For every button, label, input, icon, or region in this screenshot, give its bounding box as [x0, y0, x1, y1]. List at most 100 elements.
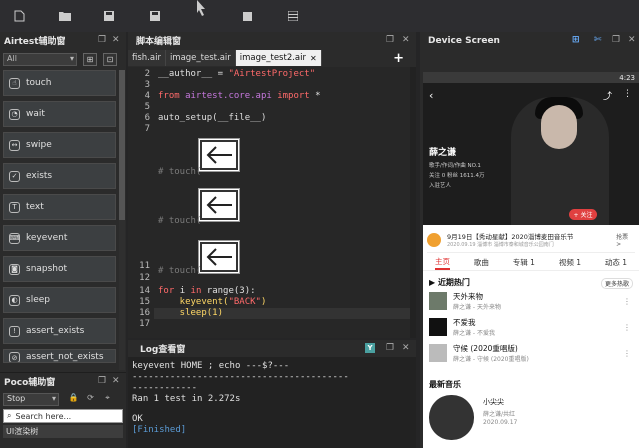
- record-icon[interactable]: ⊞: [83, 52, 97, 66]
- scrollbar-thumb[interactable]: [119, 70, 125, 220]
- poco-mode-select[interactable]: Stop: [3, 393, 59, 406]
- tab-albums[interactable]: 专辑 1: [513, 257, 535, 268]
- float-icon[interactable]: ❐: [386, 343, 394, 353]
- image-template-thumb[interactable]: [198, 138, 240, 172]
- refresh-icon[interactable]: ⟳: [84, 393, 97, 406]
- cursor-icon[interactable]: [194, 0, 208, 16]
- open-folder-icon[interactable]: [58, 10, 72, 22]
- ui-tree-root[interactable]: UI渲染树: [3, 425, 123, 438]
- save-icon[interactable]: [102, 10, 116, 22]
- float-icon[interactable]: ❐: [98, 35, 106, 45]
- more-icon[interactable]: ⋮: [623, 297, 631, 306]
- tab-image-test[interactable]: image_test.air: [165, 50, 236, 66]
- filter-select[interactable]: All: [3, 52, 77, 66]
- filter-icon[interactable]: Y: [365, 343, 375, 353]
- close-icon[interactable]: ✕: [112, 376, 120, 386]
- api-label: wait: [26, 109, 45, 119]
- song-subtitle: 薛之谦 - 不爱我: [453, 330, 495, 337]
- song-item[interactable]: 不爱我 薛之谦 - 不爱我 ⋮: [429, 315, 635, 339]
- save-as-icon[interactable]: [148, 10, 162, 22]
- panel-title-text: Airtest辅助窗: [4, 37, 66, 47]
- api-button-snapshot[interactable]: ◙ snapshot: [3, 256, 116, 282]
- log-output[interactable]: keyevent HOME ; echo ---$?--- ----------…: [132, 361, 414, 436]
- float-icon[interactable]: ❐: [98, 376, 106, 386]
- add-tab-button[interactable]: +: [393, 51, 404, 66]
- stop-icon[interactable]: [240, 10, 254, 22]
- layout-icon[interactable]: ⊞: [572, 35, 580, 45]
- float-icon[interactable]: ❐: [612, 35, 620, 45]
- ticket-link[interactable]: 抢票 >: [616, 232, 635, 248]
- tab-videos[interactable]: 视频 1: [559, 257, 581, 268]
- api-button-exists[interactable]: ✓ exists: [3, 163, 116, 189]
- close-tab-icon[interactable]: ✕: [310, 54, 317, 63]
- api-button-wait[interactable]: ◔ wait: [3, 101, 116, 127]
- search-icon: ⌕: [7, 411, 12, 420]
- tab-songs[interactable]: 歌曲: [474, 257, 489, 268]
- poco-search-input[interactable]: ⌕ Search here...: [3, 409, 123, 423]
- poco-panel: Poco辅助窗 ❐ ✕ Stop 🔒 ⟳ ⌖ ⌕ Search here... …: [0, 372, 126, 448]
- tab-fish[interactable]: fish.air: [128, 50, 166, 66]
- tree-root-label: UI渲染树: [6, 427, 39, 436]
- image-template-thumb[interactable]: [198, 188, 240, 222]
- more-hot-songs-button[interactable]: 更多热歌: [600, 278, 633, 289]
- tools-icon[interactable]: ✄: [594, 35, 602, 45]
- back-icon[interactable]: ‹: [429, 89, 433, 102]
- code-area[interactable]: 2 3 4 5 6 7 11 12 __author__ = "AirtestP…: [128, 67, 416, 338]
- close-icon[interactable]: ✕: [402, 35, 410, 45]
- code-token: __author__ =: [158, 69, 229, 79]
- artist-name: 薛之谦: [429, 148, 457, 158]
- song-cover: [429, 344, 447, 362]
- event-banner[interactable]: 9月19日【秀动星献】2020淄博麦田音乐节 2020.09.19 淄博市 淄博…: [427, 227, 635, 253]
- api-label: keyevent: [26, 233, 68, 243]
- float-icon[interactable]: ❐: [386, 35, 394, 45]
- follow-button[interactable]: + 关注: [569, 209, 597, 220]
- event-title: 9月19日【秀动星献】2020淄博麦田音乐节: [446, 233, 574, 241]
- code-token: in: [190, 286, 207, 296]
- line-number: 7: [144, 124, 150, 134]
- song-item[interactable]: 天外来物 薛之谦 - 天外来物 ⋮: [429, 289, 635, 313]
- close-icon[interactable]: ✕: [628, 35, 636, 45]
- add-image-icon[interactable]: ⊡: [103, 52, 117, 66]
- close-icon[interactable]: ✕: [402, 343, 410, 353]
- log-title: Log查看窗 Y ❐ ✕: [128, 340, 416, 357]
- phone-status-bar: 4:23: [423, 72, 639, 83]
- song-item[interactable]: 守候 (2020重唱版) 薛之谦 - 守候 (2020重唱版) ⋮: [429, 341, 635, 365]
- api-button-swipe[interactable]: ↔ swipe: [3, 132, 116, 158]
- code-line: keyevent("BACK"): [158, 297, 267, 307]
- more-icon[interactable]: ⋮: [623, 349, 631, 358]
- more-icon[interactable]: ⋮: [623, 323, 631, 332]
- api-button-keyevent[interactable]: ⌨ keyevent: [3, 225, 116, 251]
- grid-icon[interactable]: [286, 10, 300, 22]
- tab-home[interactable]: 主页: [434, 256, 450, 270]
- close-icon[interactable]: ✕: [112, 35, 120, 45]
- api-button-text[interactable]: Ttext: [3, 194, 116, 220]
- image-template-thumb[interactable]: [198, 240, 240, 274]
- line-number: 11: [139, 261, 150, 271]
- lock-icon[interactable]: 🔒: [67, 393, 80, 406]
- poco-panel-title: Poco辅助窗 ❐ ✕: [0, 373, 126, 390]
- more-icon[interactable]: ⋮: [623, 89, 632, 99]
- share-icon[interactable]: ⤴: [603, 89, 612, 102]
- new-music-title: 最新音乐: [429, 380, 461, 389]
- inspect-icon[interactable]: ⌖: [101, 393, 114, 406]
- tab-feed[interactable]: 动态 1: [605, 257, 627, 268]
- editor-scrollbar[interactable]: [410, 67, 416, 338]
- airtest-scrollbar[interactable]: [119, 70, 125, 370]
- new-album-cover[interactable]: [429, 395, 474, 440]
- tab-image-test2[interactable]: image_test2.air ✕: [235, 50, 322, 66]
- song-info: 守候 (2020重唱版) 薛之谦 - 守候 (2020重唱版): [453, 343, 529, 363]
- new-file-icon[interactable]: [12, 10, 26, 22]
- artist-header: ‹ ⤴ ⋮ 薛之谦 歌手/作词/作曲 NO.1 关注 0 粉丝 1611.4万 …: [423, 83, 639, 225]
- event-text: 9月19日【秀动星献】2020淄博麦田音乐节 2020.09.19 淄博市 淄博…: [447, 231, 606, 248]
- log-line: [Finished]: [132, 425, 187, 435]
- api-button-assert-not-exists[interactable]: ⊘ assert_not_exists: [3, 349, 116, 363]
- api-button-touch[interactable]: ☝ touch: [3, 70, 116, 96]
- log-line: keyevent HOME ; echo ---$?---: [132, 361, 290, 371]
- new-song-title: 小尖尖: [483, 398, 504, 406]
- api-button-sleep[interactable]: ◐ sleep: [3, 287, 116, 313]
- api-button-assert-exists[interactable]: ! assert_exists: [3, 318, 116, 344]
- line-number: 16: [139, 308, 150, 318]
- api-label: touch: [26, 78, 52, 88]
- search-placeholder: Search here...: [15, 411, 72, 421]
- phone-screen[interactable]: 4:23 ‹ ⤴ ⋮ 薛之谦 歌手/作词/作曲 NO.1 关注 0 粉丝 161…: [423, 72, 639, 448]
